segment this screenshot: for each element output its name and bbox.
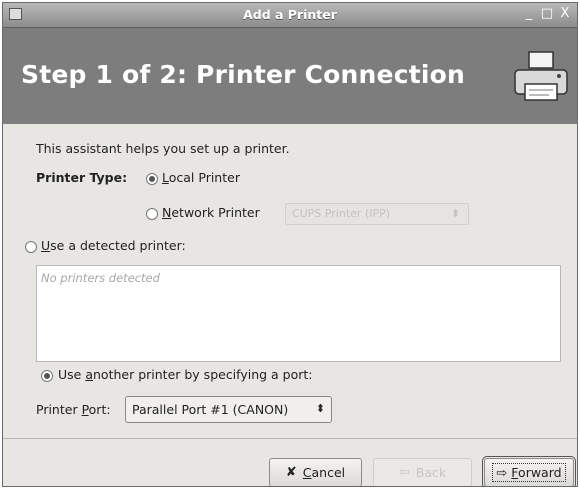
cancel-button[interactable]: ✘ Cancel <box>269 458 362 486</box>
network-type-select[interactable]: CUPS Printer (IPP) ⬍ <box>285 203 469 225</box>
printer-port-label: Printer Port: <box>36 402 111 417</box>
back-arrow-icon: ⇦ <box>398 465 410 480</box>
forward-button[interactable]: ⇨ Forward <box>482 456 576 486</box>
wizard-banner: Step 1 of 2: Printer Connection <box>3 28 577 124</box>
chevron-updown-icon: ⬍ <box>315 402 325 415</box>
chevron-updown-icon: ⬍ <box>450 207 460 220</box>
network-printer-label[interactable]: Network Printer <box>162 205 260 220</box>
page-title: Step 1 of 2: Printer Connection <box>21 60 466 89</box>
detected-printer-label[interactable]: Use a detected printer: <box>41 238 186 253</box>
close-button[interactable]: X <box>557 6 573 22</box>
printer-port-value: Parallel Port #1 (CANON) <box>132 402 289 417</box>
cancel-label: Cancel <box>302 465 346 480</box>
title-bar[interactable]: Add a Printer _ □ X <box>3 3 577 28</box>
specify-port-radio[interactable] <box>41 370 53 382</box>
intro-text: This assistant helps you set up a printe… <box>36 141 290 156</box>
forward-arrow-icon: ⇨ <box>496 466 508 481</box>
maximize-button[interactable]: □ <box>539 6 555 22</box>
printer-type-label: Printer Type: <box>36 170 128 185</box>
empty-list-message: No printers detected <box>41 271 160 285</box>
detected-printer-radio[interactable] <box>25 241 37 253</box>
button-separator <box>3 438 577 439</box>
printer-icon <box>514 51 568 101</box>
back-label: Back <box>415 465 447 480</box>
minimize-button[interactable]: _ <box>521 6 537 22</box>
printer-port-select[interactable]: Parallel Port #1 (CANON) ⬍ <box>125 396 332 423</box>
local-printer-radio[interactable] <box>146 173 158 185</box>
add-printer-window: Add a Printer _ □ X Step 1 of 2: Printer… <box>2 2 578 487</box>
cancel-icon: ✘ <box>285 465 297 480</box>
forward-focus: ⇨ Forward <box>492 463 566 482</box>
back-button[interactable]: ⇦ Back <box>373 458 472 486</box>
local-printer-label[interactable]: Local Printer <box>162 170 240 185</box>
specify-port-label[interactable]: Use another printer by specifying a port… <box>58 367 313 382</box>
network-printer-radio[interactable] <box>146 208 158 220</box>
network-type-value: CUPS Printer (IPP) <box>292 207 391 220</box>
window-title: Add a Printer <box>243 7 337 22</box>
detected-printers-list[interactable]: No printers detected <box>36 265 561 362</box>
